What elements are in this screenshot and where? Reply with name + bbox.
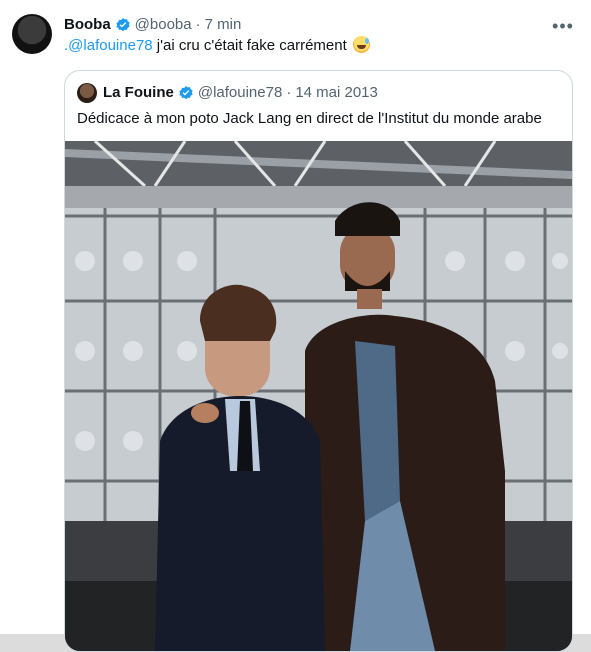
tweet-body: j'ai cru c'était fake carrément [152,37,347,54]
quoted-tweet[interactable]: La Fouine @lafouine78 · 14 mai 2013 Dédi… [64,70,573,652]
quoted-text: Dédicace à mon poto Jack Lang en direct … [77,110,542,127]
tweet-card[interactable]: Booba @booba · 7 min ••• .@lafouine78 j'… [0,0,591,652]
quoted-avatar[interactable] [77,83,97,103]
author-handle[interactable]: @booba [135,15,192,35]
quoted-author-name[interactable]: La Fouine [103,83,174,103]
grinning-sweat-emoji-icon [352,36,370,53]
author-name[interactable]: Booba [64,15,111,35]
avatar[interactable] [12,14,52,54]
quoted-date[interactable]: 14 mai 2013 [295,83,378,103]
quoted-handle[interactable]: @lafouine78 [198,83,282,103]
tweet-header: Booba @booba · 7 min [64,15,551,35]
quoted-header: La Fouine @lafouine78 · 14 mai 2013 [103,83,378,103]
tweet-time[interactable]: 7 min [205,15,242,35]
more-options-icon[interactable]: ••• [552,16,573,36]
quoted-separator: · [286,84,292,101]
quoted-verified-badge-icon [178,85,194,101]
mention-link[interactable]: .@lafouine78 [64,37,153,54]
verified-badge-icon [115,17,131,33]
quoted-photo[interactable] [65,141,572,651]
tweet-text: .@lafouine78 j'ai cru c'était fake carré… [64,36,370,56]
separator-dot: · [195,16,201,33]
